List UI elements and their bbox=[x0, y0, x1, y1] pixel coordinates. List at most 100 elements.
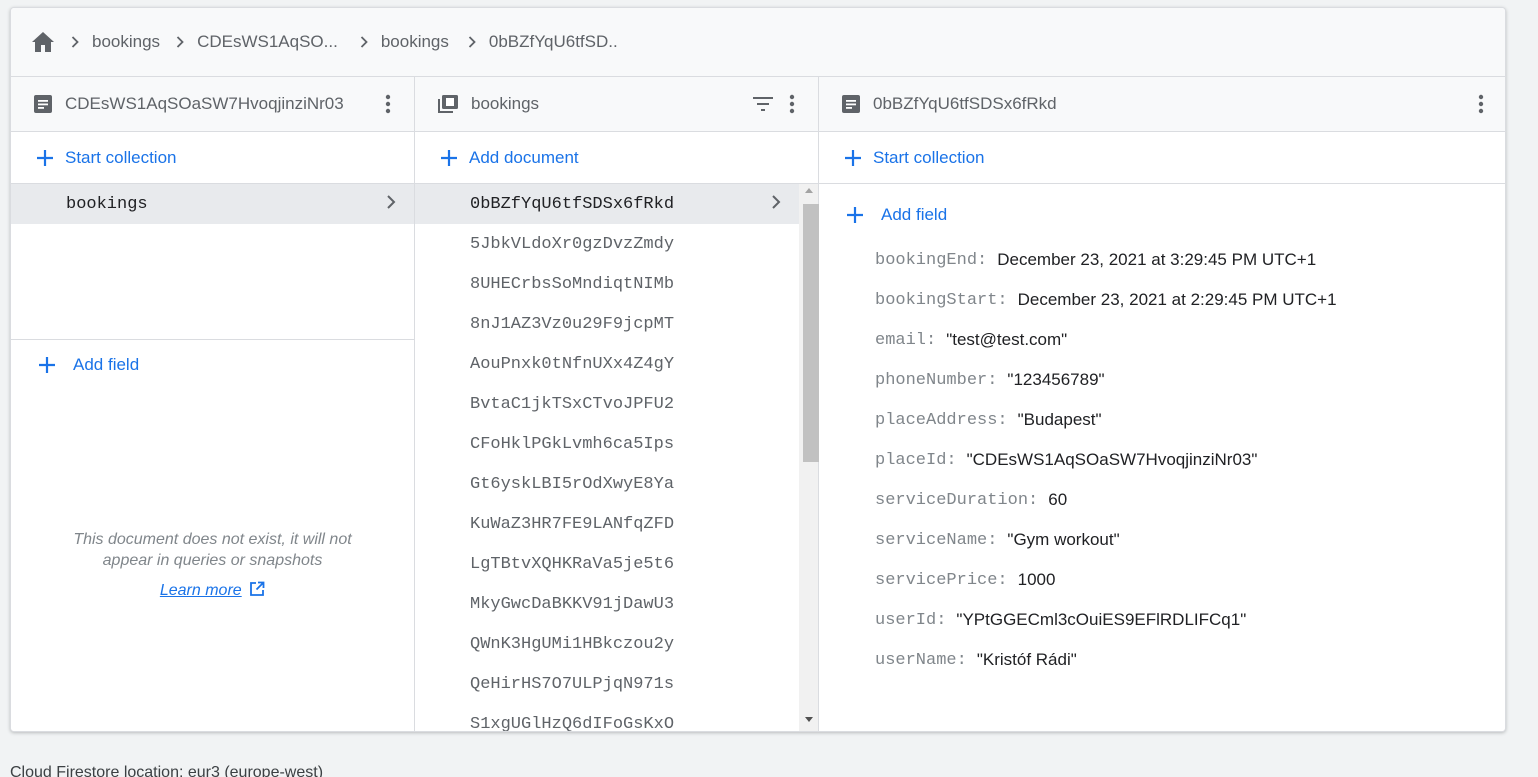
document-column: 0bBZfYqU6tfSDSx6fRkd Start collection Ad… bbox=[819, 77, 1505, 731]
more-vert-icon[interactable] bbox=[1471, 93, 1491, 115]
field-key: bookingEnd: bbox=[875, 250, 988, 270]
document-item[interactable]: KuWaZ3HR7FE9LANfqZFD bbox=[415, 504, 799, 544]
field-value: December 23, 2021 at 3:29:45 PM UTC+1 bbox=[997, 250, 1317, 269]
field-value: "test@test.com" bbox=[946, 330, 1068, 349]
field-list: bookingEnd: December 23, 2021 at 3:29:45 … bbox=[875, 240, 1337, 680]
open-in-new-icon bbox=[250, 581, 265, 596]
chevron-right-icon bbox=[360, 36, 368, 48]
database-location-text: Cloud Firestore location: eur3 (europe-w… bbox=[10, 764, 324, 777]
list-item-label: Gt6yskLBI5rOdXwyE8Ya bbox=[470, 474, 675, 494]
breadcrumb-item[interactable]: bookings bbox=[381, 32, 449, 52]
empty-note-line: appear in queries or snapshots bbox=[102, 552, 323, 569]
collection-column: bookings Add document 0bBZfYqU6tfSDSx6fR… bbox=[415, 77, 820, 732]
document-list-scrollbar[interactable] bbox=[799, 184, 820, 731]
document-item[interactable]: S1xgUGlHzQ6dIFoGsKxO bbox=[415, 704, 799, 732]
field-row[interactable]: placeId: "CDEsWS1AqSOaSW7HvoqjinziNr03" bbox=[875, 440, 1337, 480]
field-key: userId: bbox=[875, 610, 947, 630]
field-value: "YPtGGECml3cOuiES9EFlRDLIFCq1" bbox=[956, 610, 1247, 629]
document-item[interactable]: AouPnxk0tNfnUXx4Z4gY bbox=[415, 344, 799, 384]
start-collection-label: Start collection bbox=[65, 147, 177, 167]
list-item-label: S1xgUGlHzQ6dIFoGsKxO bbox=[470, 714, 675, 732]
filter-icon[interactable] bbox=[752, 94, 774, 114]
list-item-label: KuWaZ3HR7FE9LANfqZFD bbox=[470, 514, 675, 534]
document-item[interactable]: 8UHECrbsSoMndiqtNIMb bbox=[415, 264, 799, 304]
plus-icon bbox=[439, 148, 459, 168]
field-key: serviceDuration: bbox=[875, 490, 1039, 510]
home-icon[interactable] bbox=[31, 31, 55, 53]
more-vert-icon[interactable] bbox=[782, 93, 802, 115]
document-item[interactable]: CFoHklPGkLvmh6ca5Ips bbox=[415, 424, 799, 464]
document-item[interactable]: 8nJ1AZ3Vz0u29F9jcpMT bbox=[415, 304, 799, 344]
list-item-label: CFoHklPGkLvmh6ca5Ips bbox=[470, 434, 675, 454]
column-header: 0bBZfYqU6tfSDSx6fRkd bbox=[819, 77, 1505, 132]
add-document-button[interactable]: Add document bbox=[415, 132, 818, 184]
plus-icon bbox=[37, 355, 57, 375]
column-title: CDEsWS1AqSOaSW7HvoqjinziNr03 bbox=[65, 94, 344, 113]
chevron-right-icon bbox=[71, 36, 79, 48]
field-row[interactable]: email: "test@test.com" bbox=[875, 320, 1337, 360]
field-row[interactable]: userId: "YPtGGECml3cOuiES9EFlRDLIFCq1" bbox=[875, 600, 1337, 640]
add-field-button[interactable]: Add field bbox=[37, 355, 139, 375]
plus-icon bbox=[35, 148, 55, 168]
field-row[interactable]: serviceDuration: 60 bbox=[875, 480, 1337, 520]
field-value: "Gym workout" bbox=[1007, 530, 1120, 549]
document-item[interactable]: LgTBtvXQHKRaVa5je5t6 bbox=[415, 544, 799, 584]
field-value: "Kristóf Rádi" bbox=[976, 650, 1077, 669]
field-value: "123456789" bbox=[1007, 370, 1105, 389]
field-key: userName: bbox=[875, 650, 967, 670]
plus-icon bbox=[845, 205, 865, 225]
breadcrumb-item[interactable]: CDEsWS1AqSO... bbox=[197, 32, 338, 52]
document-item[interactable]: BvtaC1jkTSxCTvoJPFU2 bbox=[415, 384, 799, 424]
document-item[interactable]: QeHirHS7O7ULPjqN971s bbox=[415, 664, 799, 704]
collection-icon bbox=[437, 94, 459, 114]
field-key: email: bbox=[875, 330, 937, 350]
column-title: bookings bbox=[471, 94, 540, 113]
add-field-button[interactable]: Add field bbox=[845, 205, 947, 225]
scrollbar-thumb[interactable] bbox=[803, 204, 820, 462]
field-value: December 23, 2021 at 2:29:45 PM UTC+1 bbox=[1017, 290, 1337, 309]
add-field-label: Add field bbox=[881, 205, 948, 224]
field-row[interactable]: placeAddress: "Budapest" bbox=[875, 400, 1337, 440]
field-key: phoneNumber: bbox=[875, 370, 998, 390]
field-key: placeId: bbox=[875, 450, 957, 470]
list-item-label: QeHirHS7O7ULPjqN971s bbox=[470, 674, 675, 694]
list-item-label: 8UHECrbsSoMndiqtNIMb bbox=[470, 274, 675, 294]
field-row[interactable]: serviceName: "Gym workout" bbox=[875, 520, 1337, 560]
field-row[interactable]: phoneNumber: "123456789" bbox=[875, 360, 1337, 400]
list-item-label: bookings bbox=[66, 194, 148, 214]
more-vert-icon[interactable] bbox=[378, 93, 398, 115]
column-title: 0bBZfYqU6tfSDSx6fRkd bbox=[873, 94, 1057, 113]
scroll-up-arrow-icon[interactable] bbox=[805, 188, 813, 193]
start-collection-button[interactable]: Start collection bbox=[11, 132, 414, 184]
divider bbox=[11, 339, 414, 340]
field-key: bookingStart: bbox=[875, 290, 1008, 310]
learn-more-link[interactable]: Learn more bbox=[11, 581, 414, 600]
learn-more-label: Learn more bbox=[159, 582, 242, 599]
field-row[interactable]: bookingStart: December 23, 2021 at 2:29:4… bbox=[875, 280, 1337, 320]
list-item-label: BvtaC1jkTSxCTvoJPFU2 bbox=[470, 394, 675, 414]
add-document-label: Add document bbox=[469, 147, 579, 167]
breadcrumb-item[interactable]: 0bBZfYqU6tfSD.. bbox=[489, 32, 618, 52]
document-item[interactable]: 0bBZfYqU6tfSDSx6fRkd bbox=[415, 184, 799, 224]
firestore-data-panel: bookings CDEsWS1AqSO... bookings 0bBZfYq… bbox=[10, 7, 1506, 732]
chevron-right-icon bbox=[468, 36, 476, 48]
field-value: "CDEsWS1AqSOaSW7HvoqjinziNr03" bbox=[966, 450, 1258, 469]
breadcrumb-item[interactable]: bookings bbox=[92, 32, 160, 52]
document-item[interactable]: Gt6yskLBI5rOdXwyE8Ya bbox=[415, 464, 799, 504]
add-field-label: Add field bbox=[73, 355, 140, 374]
field-row[interactable]: servicePrice: 1000 bbox=[875, 560, 1337, 600]
plus-icon bbox=[843, 148, 863, 168]
field-row[interactable]: userName: "Kristóf Rádi" bbox=[875, 640, 1337, 680]
chevron-right-icon bbox=[176, 36, 184, 48]
collection-item-bookings[interactable]: bookings bbox=[11, 184, 414, 224]
document-item[interactable]: QWnK3HgUMi1HBkczou2y bbox=[415, 624, 799, 664]
field-row[interactable]: bookingEnd: December 23, 2021 at 3:29:45 … bbox=[875, 240, 1337, 280]
document-item[interactable]: MkyGwcDaBKKV91jDawU3 bbox=[415, 584, 799, 624]
column-header: bookings bbox=[415, 77, 818, 132]
list-item-label: LgTBtvXQHKRaVa5je5t6 bbox=[470, 554, 675, 574]
field-value: 1000 bbox=[1017, 570, 1056, 589]
document-item[interactable]: 5JbkVLdoXr0gzDvzZmdy bbox=[415, 224, 799, 264]
breadcrumb: bookings CDEsWS1AqSO... bookings 0bBZfYq… bbox=[11, 8, 1505, 77]
scroll-down-arrow-icon[interactable] bbox=[805, 717, 813, 722]
start-collection-button[interactable]: Start collection bbox=[819, 132, 1505, 184]
